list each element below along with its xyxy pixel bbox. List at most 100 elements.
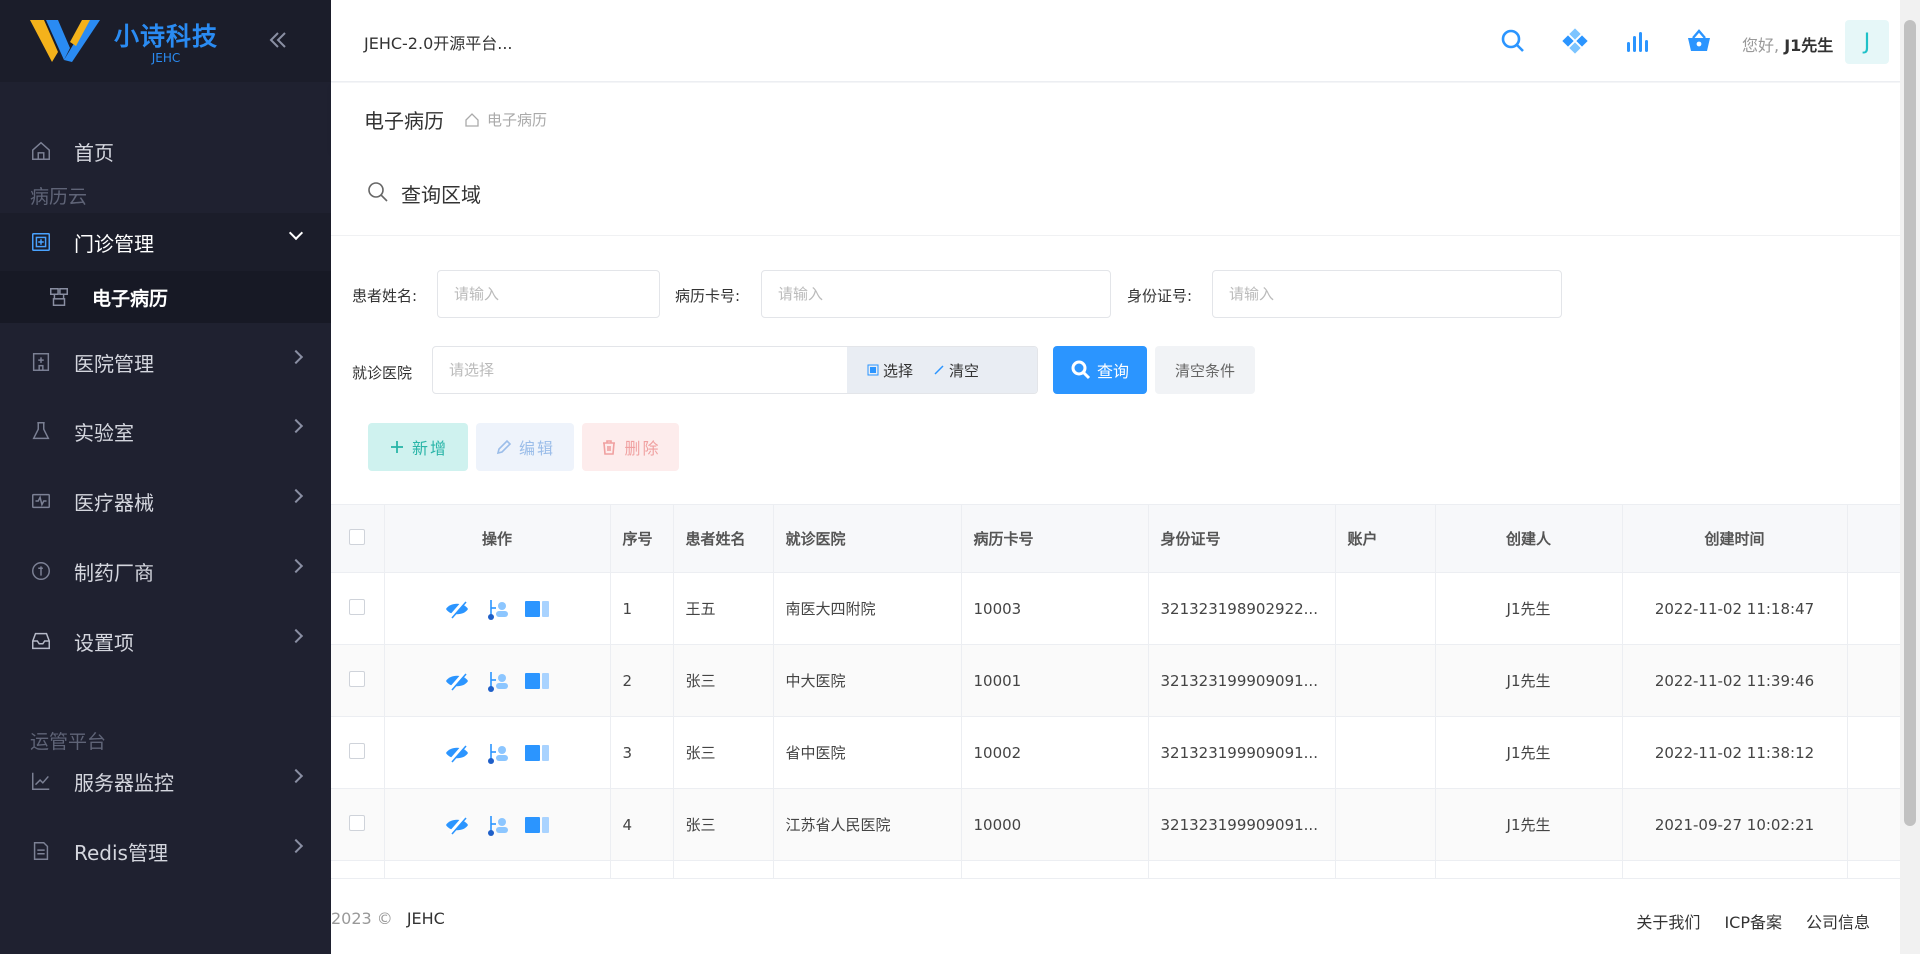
row-checkbox[interactable]: [349, 598, 366, 615]
column-header: 身份证号: [1148, 504, 1336, 573]
clear-conditions-button[interactable]: 清空条件: [1155, 346, 1255, 394]
row-select-cell: [331, 644, 385, 717]
search-button[interactable]: 查询: [1053, 346, 1147, 394]
sidebar-item-outpatient[interactable]: 门诊管理: [0, 213, 331, 271]
split-view-icon[interactable]: [524, 742, 550, 764]
column-header: 病历卡号: [961, 504, 1149, 573]
eye-hide-icon[interactable]: [444, 670, 470, 692]
sidebar-item-emr[interactable]: 电子病历: [0, 271, 331, 323]
table-cell: 10002: [961, 716, 1149, 789]
table-cell: 3: [610, 716, 674, 789]
records-table: 操作 序号 患者姓名 就诊医院 病历卡号 身份证号 账户 创建人 创建时间 1王…: [331, 504, 1901, 933]
apps-diamond-icon[interactable]: [1562, 28, 1588, 54]
collapse-sidebar-button[interactable]: [266, 28, 290, 52]
nav-group-emr-cloud: 病历云: [30, 186, 88, 208]
sidebar-item-settings[interactable]: 设置项: [0, 612, 331, 670]
select-all-cell: [331, 504, 385, 573]
avatar[interactable]: J: [1845, 20, 1889, 64]
clear-select-button[interactable]: 清空: [933, 360, 979, 381]
lab-icon: [30, 420, 52, 442]
chevron-down-icon: [288, 225, 304, 241]
sidebar-item-home[interactable]: 首页: [0, 122, 331, 180]
hospital-select-placeholder[interactable]: 请选择: [433, 347, 847, 393]
table-cell: J1先生: [1435, 644, 1623, 717]
hospital-select[interactable]: 请选择 选择 清空: [432, 346, 1038, 394]
eye-hide-icon[interactable]: [444, 814, 470, 836]
chevron-right-icon: [288, 838, 304, 854]
sidebar-item-label: 设置项: [74, 630, 134, 655]
hospital-icon: [30, 351, 52, 373]
id-number-input[interactable]: [1212, 270, 1562, 318]
sidebar-item-hospital[interactable]: 医院管理: [0, 333, 331, 391]
trash-icon: [603, 440, 616, 455]
delete-button[interactable]: 删除: [582, 423, 679, 471]
table-cell: 10000: [961, 788, 1149, 861]
add-button[interactable]: 新增: [368, 423, 468, 471]
user-greeting: 您好, J1先生: [1742, 36, 1834, 55]
chevron-right-icon: [288, 628, 304, 644]
chevron-right-icon: [288, 418, 304, 434]
brand-sub: JEHC: [151, 51, 181, 65]
table-cell: J1先生: [1435, 788, 1623, 861]
table-cell: [1335, 572, 1436, 645]
row-checkbox[interactable]: [349, 742, 366, 759]
sidebar-item-label: Redis管理: [74, 840, 168, 865]
user-name: J1先生: [1784, 36, 1834, 55]
table-header-row: 操作 序号 患者姓名 就诊医院 病历卡号 身份证号 账户 创建人 创建时间: [331, 504, 1901, 573]
breadcrumb-path: 电子病历: [464, 109, 547, 130]
search-icon[interactable]: [1500, 28, 1526, 54]
breadcrumb-current: 电子病历: [487, 111, 548, 129]
document-icon: [30, 840, 52, 862]
row-checkbox[interactable]: [349, 670, 366, 687]
sidebar-item-redis[interactable]: Redis管理: [0, 822, 331, 880]
home-icon[interactable]: [464, 112, 480, 128]
table-cell: 4: [610, 788, 674, 861]
table-cell: 2022-11-02 11:18:47: [1622, 572, 1848, 645]
logo-area: 小诗科技 JEHC: [0, 0, 331, 82]
search-icon: [1071, 360, 1091, 380]
scrollbar-thumb[interactable]: [1904, 20, 1916, 826]
platform-title[interactable]: JEHC-2.0开源平台...: [364, 30, 513, 54]
sidebar-item-label: 实验室: [74, 420, 134, 445]
page-scrollbar[interactable]: [1900, 0, 1920, 954]
footer-link-icp[interactable]: ICP备案: [1724, 909, 1782, 933]
table-cell: [1335, 644, 1436, 717]
user-detail-icon[interactable]: [484, 598, 510, 620]
patient-name-input[interactable]: [437, 270, 660, 318]
table-cell-spacer: [1847, 572, 1901, 645]
sidebar-item-server-monitor[interactable]: 服务器监控: [0, 752, 331, 810]
split-view-icon[interactable]: [524, 598, 550, 620]
choose-button[interactable]: 选择: [867, 360, 913, 381]
sidebar-item-lab[interactable]: 实验室: [0, 402, 331, 460]
footer-link-company[interactable]: 公司信息: [1806, 909, 1870, 933]
sidebar-item-label: 制药厂商: [74, 560, 154, 585]
column-header: 序号: [610, 504, 674, 573]
user-detail-icon[interactable]: [484, 814, 510, 836]
table-cell-spacer: [1847, 644, 1901, 717]
row-actions-cell: [384, 644, 611, 717]
bar-chart-icon[interactable]: [1624, 28, 1650, 54]
user-detail-icon[interactable]: [484, 670, 510, 692]
row-checkbox[interactable]: [349, 814, 366, 831]
edit-button[interactable]: 编辑: [476, 423, 574, 471]
query-area-title: 查询区域: [401, 183, 481, 207]
table-cell: 张三: [673, 644, 774, 717]
sidebar-item-device[interactable]: 医疗器械: [0, 472, 331, 530]
table-cell: 南医大四附院: [773, 572, 962, 645]
split-view-icon[interactable]: [524, 670, 550, 692]
eye-hide-icon[interactable]: [444, 598, 470, 620]
footer-link-about[interactable]: 关于我们: [1636, 909, 1700, 933]
sidebar-item-pharma[interactable]: 制药厂商: [0, 542, 331, 600]
card-number-input[interactable]: [761, 270, 1111, 318]
top-header: JEHC-2.0开源平台... 您好, J1先生 J: [331, 0, 1900, 82]
eye-hide-icon[interactable]: [444, 742, 470, 764]
card-number-label: 病历卡号:: [675, 287, 741, 305]
column-header: 患者姓名: [673, 504, 774, 573]
table-cell: 321323198902922...: [1148, 572, 1336, 645]
pharma-icon: [30, 560, 52, 582]
user-detail-icon[interactable]: [484, 742, 510, 764]
basket-icon[interactable]: [1686, 28, 1712, 54]
split-view-icon[interactable]: [524, 814, 550, 836]
table-cell: [1335, 788, 1436, 861]
select-all-checkbox[interactable]: [349, 528, 366, 545]
